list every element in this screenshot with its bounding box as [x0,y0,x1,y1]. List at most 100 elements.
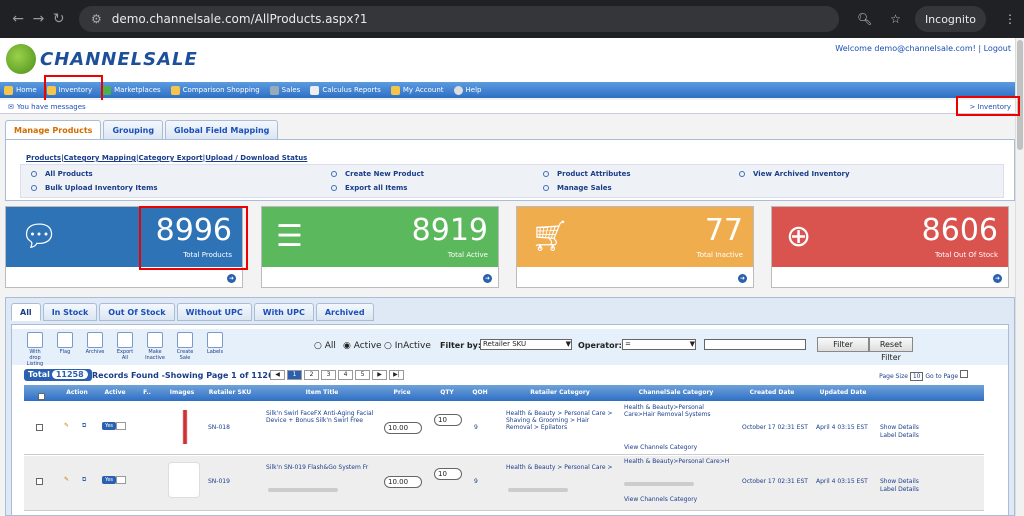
tab-all[interactable]: All [11,303,41,321]
menu-reports[interactable]: Calculus Reports [310,85,381,95]
arrow-right-icon[interactable]: ➜ [993,274,1002,283]
active-yes-badge[interactable]: Yes [102,476,116,484]
arrow-right-icon[interactable]: ➜ [227,274,236,283]
last-page-icon[interactable]: ▶| [389,370,404,380]
link-category-mapping[interactable]: |Category Mapping [61,154,136,162]
page-3[interactable]: 3 [321,370,336,380]
view-channels-category-link[interactable]: View Channels Category [624,496,697,503]
arrow-right-icon[interactable]: ➜ [738,274,747,283]
page-4[interactable]: 4 [338,370,353,380]
menu-help[interactable]: Help [453,85,481,95]
card-total-products[interactable]: 💬︎ 8996 Total Products ➜ [5,206,243,288]
action-all-products[interactable]: All Products [31,170,93,178]
tab-archived[interactable]: Archived [315,303,374,321]
menu-inventory[interactable]: Inventory [46,85,92,95]
make-inactive-button[interactable]: Make Inactive [144,332,166,361]
radio-inactive[interactable]: ○ InActive [384,341,431,351]
menu-account[interactable]: My Account [390,85,444,95]
row-checkbox[interactable] [36,424,43,431]
arrow-right-icon[interactable]: ➜ [483,274,492,283]
drop-listing-button[interactable]: With drop Listing [24,332,46,367]
tab-without-upc[interactable]: Without UPC [176,303,252,321]
col-retailer-category: Retailer Category [530,389,590,396]
filter-value-input[interactable] [704,339,806,350]
filter-by-select[interactable]: Retailer SKU ▼ [480,339,572,350]
row-checkbox[interactable] [36,478,43,485]
messages-link[interactable]: You have messages [17,103,86,111]
edit-icon[interactable]: ✎ [64,476,69,483]
page-2[interactable]: 2 [304,370,319,380]
action-bulk-upload[interactable]: Bulk Upload Inventory Items [31,184,158,192]
action-create-product[interactable]: Create New Product [331,170,424,178]
show-details-link[interactable]: Show Details [880,478,919,485]
qty-input[interactable]: 10 [434,414,462,426]
product-image[interactable] [172,410,198,444]
active-toggle[interactable] [116,422,126,430]
back-icon[interactable]: ← [8,11,28,27]
scrollbar[interactable] [1015,38,1024,516]
filter-button[interactable]: Filter [817,337,869,352]
welcome-text[interactable]: Welcome demo@channelsale.com! | Logout [835,44,1011,53]
menu-sales[interactable]: Sales [269,85,300,95]
address-bar[interactable]: ⚙ demo.channelsale.com/AllProducts.aspx?… [78,6,839,32]
zoom-icon[interactable]: 🔍︎ [857,12,872,26]
tab-with-upc[interactable]: With UPC [253,303,314,321]
tab-global-field-mapping[interactable]: Global Field Mapping [165,120,279,140]
menu-home[interactable]: Home [4,85,37,95]
action-export-all[interactable]: Export all Items [331,184,407,192]
action-product-attributes[interactable]: Product Attributes [543,170,631,178]
copy-icon[interactable]: ⧉ [82,476,86,484]
export-all-button[interactable]: Export All [114,332,136,361]
card-out-of-stock[interactable]: ⊕ 8606 Total Out Of Stock ➜ [771,206,1009,288]
labels-button[interactable]: Labels [204,332,226,355]
menu-marketplaces[interactable]: Marketplaces [102,85,161,95]
active-yes-badge[interactable]: Yes [102,422,116,430]
forward-icon[interactable]: → [28,11,48,27]
copy-icon[interactable]: ⧉ [82,422,86,430]
menu-dots-icon[interactable]: ⋮ [1004,12,1016,26]
next-page-icon[interactable]: ▶ [372,370,387,380]
tab-in-stock[interactable]: In Stock [42,303,98,321]
tab-out-of-stock[interactable]: Out Of Stock [99,303,175,321]
price-input[interactable]: 10.00 [384,476,422,488]
incognito-badge[interactable]: Incognito [914,6,986,32]
card-total-active[interactable]: ☰ 8919 Total Active ➜ [261,206,499,288]
link-category-export[interactable]: |Category Export [136,154,203,162]
reset-filter-button[interactable]: Reset Filter [869,337,913,362]
breadcrumb[interactable]: > Inventory [969,103,1011,111]
link-products[interactable]: Products [26,154,61,162]
create-sale-button[interactable]: Create Sale [174,332,196,361]
page-5[interactable]: 5 [355,370,370,380]
tab-manage-products[interactable]: Manage Products [5,120,102,140]
operator-select[interactable]: = ▼ [622,339,696,350]
view-channels-category-link[interactable]: View Channels Category [624,444,697,451]
radio-active[interactable]: ◉ Active [343,341,382,351]
link-upload-status[interactable]: |Upload / Download Status [203,154,308,162]
goto-page-input[interactable] [960,370,968,378]
logo[interactable]: CHANNELSALE [6,44,198,74]
page-size-select[interactable]: 10 [909,372,924,381]
page-1[interactable]: 1 [287,370,302,380]
active-toggle[interactable] [116,476,126,484]
radio-all[interactable]: ○ All [314,341,336,351]
edit-icon[interactable]: ✎ [64,422,69,429]
row-title[interactable]: Silk'n Swirl FaceFX Anti-Aging Facial De… [266,410,380,424]
show-details-link[interactable]: Show Details [880,424,919,431]
prev-page-icon[interactable]: ◀ [270,370,285,380]
action-manage-sales[interactable]: Manage Sales [543,184,612,192]
archive-button[interactable]: Archive [84,332,106,355]
reload-icon[interactable]: ↻ [49,11,69,27]
card-total-inactive[interactable]: 🛒︎ 77 Total Inactive ➜ [516,206,754,288]
product-image[interactable] [168,462,200,498]
tab-grouping[interactable]: Grouping [103,120,164,140]
menu-comparison[interactable]: Comparison Shopping [170,85,260,95]
flag-button[interactable]: Flag [54,332,76,355]
star-icon[interactable]: ☆ [890,12,901,26]
qty-input[interactable]: 10 [434,468,462,480]
site-settings-icon[interactable]: ⚙ [91,12,102,26]
label-details-link[interactable]: Label Details [880,486,919,493]
price-input[interactable]: 10.00 [384,422,422,434]
label-details-link[interactable]: Label Details [880,432,919,439]
row-title[interactable]: Silk'n SN-019 Flash&Go System Fr [266,464,380,471]
action-view-archived[interactable]: View Archived Inventory [739,170,850,178]
